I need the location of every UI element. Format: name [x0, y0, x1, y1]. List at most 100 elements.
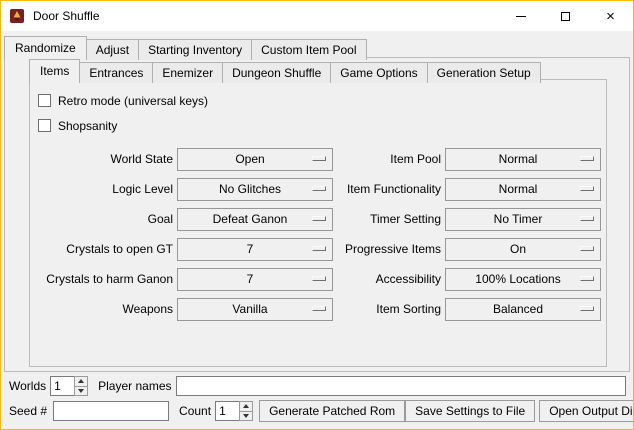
- arrow-down-icon: [78, 389, 84, 393]
- window-controls: ×: [498, 1, 633, 31]
- seed-label: Seed #: [9, 404, 47, 418]
- crystals-gt-dropdown[interactable]: 7: [177, 238, 333, 261]
- window-title: Door Shuffle: [33, 9, 100, 23]
- maximize-button[interactable]: [543, 1, 588, 31]
- item-sorting-value: Balanced: [493, 302, 553, 316]
- arrow-up-icon: [243, 404, 249, 408]
- save-settings-button[interactable]: Save Settings to File: [405, 400, 535, 422]
- tab-enemizer[interactable]: Enemizer: [152, 62, 223, 83]
- arrow-down-icon: [243, 414, 249, 418]
- tab-adjust[interactable]: Adjust: [86, 39, 139, 60]
- close-button[interactable]: ×: [588, 1, 633, 31]
- item-pool-value: Normal: [499, 152, 548, 166]
- progressive-items-label: Progressive Items: [337, 242, 441, 256]
- crystals-gt-label: Crystals to open GT: [34, 242, 173, 256]
- worlds-spin-up-button[interactable]: [75, 377, 87, 386]
- weapons-value: Vanilla: [232, 302, 277, 316]
- settings-grid: World State Open Item Pool Normal Logic …: [34, 144, 606, 324]
- tab-starting-inventory[interactable]: Starting Inventory: [138, 39, 252, 60]
- tab-generation-setup[interactable]: Generation Setup: [427, 62, 541, 83]
- item-pool-label: Item Pool: [337, 152, 441, 166]
- goal-dropdown[interactable]: Defeat Ganon: [177, 208, 333, 231]
- count-spin-buttons: [239, 401, 253, 421]
- worlds-spin-down-button[interactable]: [75, 386, 87, 396]
- item-functionality-dropdown[interactable]: Normal: [445, 178, 601, 201]
- tab-randomize[interactable]: Randomize: [4, 36, 87, 60]
- dropdown-indicator-icon: [312, 156, 326, 161]
- retro-mode-row: Retro mode (universal keys): [38, 88, 606, 113]
- tab-dungeon-shuffle[interactable]: Dungeon Shuffle: [222, 62, 331, 83]
- open-output-directory-button[interactable]: Open Output Directory: [539, 400, 634, 422]
- accessibility-label: Accessibility: [337, 272, 441, 286]
- accessibility-value: 100% Locations: [475, 272, 570, 286]
- player-names-label: Player names: [98, 379, 171, 393]
- shopsanity-checkbox[interactable]: [38, 119, 51, 132]
- app-icon: [9, 8, 25, 24]
- dropdown-indicator-icon: [312, 276, 326, 281]
- item-sorting-dropdown[interactable]: Balanced: [445, 298, 601, 321]
- shopsanity-row: Shopsanity: [38, 113, 606, 138]
- accessibility-dropdown[interactable]: 100% Locations: [445, 268, 601, 291]
- logic-level-label: Logic Level: [34, 182, 173, 196]
- crystals-gt-value: 7: [247, 242, 264, 256]
- main-area: Randomize Adjust Starting Inventory Cust…: [1, 31, 633, 429]
- checkbox-group: Retro mode (universal keys) Shopsanity: [30, 80, 606, 138]
- retro-mode-label: Retro mode (universal keys): [58, 94, 208, 108]
- world-state-dropdown[interactable]: Open: [177, 148, 333, 171]
- worlds-row: Worlds Player names: [9, 375, 626, 397]
- world-state-value: Open: [235, 152, 274, 166]
- dropdown-indicator-icon: [580, 276, 594, 281]
- item-functionality-value: Normal: [499, 182, 548, 196]
- crystals-ganon-dropdown[interactable]: 7: [177, 268, 333, 291]
- dropdown-indicator-icon: [580, 246, 594, 251]
- arrow-up-icon: [78, 379, 84, 383]
- logic-level-value: No Glitches: [219, 182, 291, 196]
- worlds-input[interactable]: [50, 376, 74, 396]
- seed-row: Seed # Count Generate Patched Rom Save S…: [9, 400, 626, 422]
- timer-setting-dropdown[interactable]: No Timer: [445, 208, 601, 231]
- generate-patched-rom-button[interactable]: Generate Patched Rom: [259, 400, 405, 422]
- titlebar: Door Shuffle ×: [1, 1, 633, 31]
- item-sorting-label: Item Sorting: [337, 302, 441, 316]
- tab-game-options[interactable]: Game Options: [330, 62, 427, 83]
- dropdown-indicator-icon: [580, 306, 594, 311]
- tab-custom-item-pool[interactable]: Custom Item Pool: [251, 39, 366, 60]
- count-spin-up-button[interactable]: [240, 402, 252, 411]
- dropdown-indicator-icon: [312, 306, 326, 311]
- count-spinbox: [215, 401, 253, 421]
- goal-value: Defeat Ganon: [213, 212, 298, 226]
- tab-items[interactable]: Items: [29, 59, 80, 83]
- maximize-icon: [561, 12, 570, 21]
- minimize-button[interactable]: [498, 1, 543, 31]
- player-names-input[interactable]: [176, 376, 627, 396]
- worlds-label: Worlds: [9, 379, 46, 393]
- progressive-items-value: On: [510, 242, 536, 256]
- items-pane: Retro mode (universal keys) Shopsanity W…: [29, 79, 607, 367]
- weapons-label: Weapons: [34, 302, 173, 316]
- worlds-spinbox: [50, 376, 88, 396]
- crystals-ganon-label: Crystals to harm Ganon: [34, 272, 173, 286]
- logic-level-dropdown[interactable]: No Glitches: [177, 178, 333, 201]
- worlds-spin-buttons: [74, 376, 88, 396]
- goal-label: Goal: [34, 212, 173, 226]
- retro-mode-checkbox[interactable]: [38, 94, 51, 107]
- progressive-items-dropdown[interactable]: On: [445, 238, 601, 261]
- inner-tab-bar: Items Entrances Enemizer Dungeon Shuffle…: [29, 59, 629, 83]
- dropdown-indicator-icon: [312, 186, 326, 191]
- count-input[interactable]: [215, 401, 239, 421]
- tab-entrances[interactable]: Entrances: [79, 62, 153, 83]
- outer-tab-bar: Randomize Adjust Starting Inventory Cust…: [4, 36, 633, 60]
- weapons-dropdown[interactable]: Vanilla: [177, 298, 333, 321]
- minimize-icon: [516, 16, 526, 17]
- crystals-ganon-value: 7: [247, 272, 264, 286]
- count-spin-down-button[interactable]: [240, 411, 252, 421]
- count-label: Count: [179, 404, 211, 418]
- timer-setting-label: Timer Setting: [337, 212, 441, 226]
- dropdown-indicator-icon: [580, 216, 594, 221]
- dropdown-indicator-icon: [312, 216, 326, 221]
- app-window: Door Shuffle × Randomize Adjust Starting…: [0, 0, 634, 430]
- seed-input[interactable]: [53, 401, 169, 421]
- item-pool-dropdown[interactable]: Normal: [445, 148, 601, 171]
- close-icon: ×: [606, 9, 615, 24]
- dropdown-indicator-icon: [580, 186, 594, 191]
